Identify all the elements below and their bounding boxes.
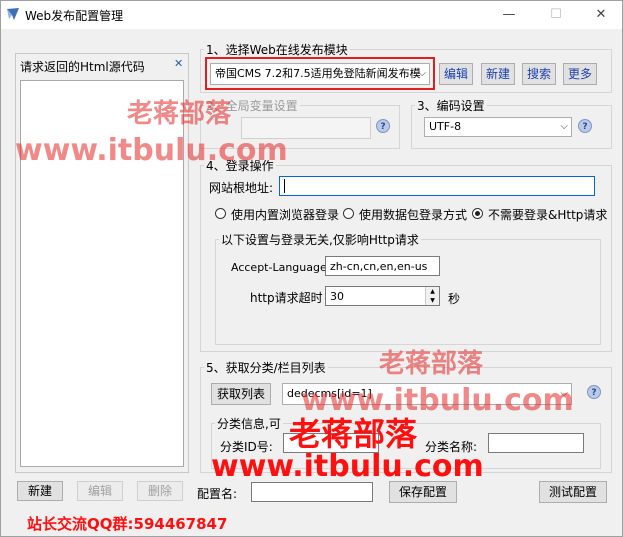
watermark-brand: 老蒋部落 xyxy=(379,349,484,379)
watermark-brand: 老蒋部落 xyxy=(127,99,232,129)
delete-config-button[interactable]: 删除 xyxy=(137,481,183,501)
chevron-down-icon: ⌵ xyxy=(418,68,426,79)
new-module-button[interactable]: 新建 xyxy=(481,63,515,85)
http-settings-note: 以下设置与登录无关,仅影响Http请求 xyxy=(219,231,421,248)
watermark-url-main: www.itbulu.com xyxy=(211,449,484,484)
panel-close-icon[interactable]: ✕ xyxy=(174,57,183,70)
category-info-label: 分类信息,可 xyxy=(215,415,283,432)
accept-language-label: Accept-Language xyxy=(231,261,327,274)
app-icon xyxy=(7,8,19,20)
encoding-select[interactable]: UTF-8 ⌵ xyxy=(424,117,572,137)
site-root-label: 网站根地址: xyxy=(209,181,274,195)
radio-no-login-label[interactable]: 不需要登录&Http请求 xyxy=(488,206,607,223)
section-module-legend: 1、选择Web在线发布模块 xyxy=(204,41,350,58)
search-module-button[interactable]: 搜索 xyxy=(522,63,556,85)
new-config-button[interactable]: 新建 xyxy=(17,481,63,501)
title-bar: Web发布配置管理 — ☐ ✕ xyxy=(1,1,622,29)
radio-no-login[interactable] xyxy=(472,208,483,219)
app-window: Web发布配置管理 — ☐ ✕ 请求返回的Html源代码 ✕ 1、选择Web在线… xyxy=(0,0,623,537)
test-config-button[interactable]: 测试配置 xyxy=(539,481,607,503)
maximize-button[interactable]: ☐ xyxy=(536,1,576,29)
section-encoding-legend: 3、编码设置 xyxy=(415,97,487,114)
timeout-label: http请求超时 xyxy=(250,291,323,305)
radio-builtin-browser-label[interactable]: 使用内置浏览器登录 xyxy=(231,206,339,223)
close-button[interactable]: ✕ xyxy=(581,1,621,29)
radio-builtin-browser[interactable] xyxy=(215,208,226,219)
radio-packet-login-label[interactable]: 使用数据包登录方式 xyxy=(359,206,467,223)
more-module-button[interactable]: 更多 xyxy=(563,63,597,85)
category-name-input[interactable] xyxy=(488,433,584,453)
module-select-value: 帝国CMS 7.2和7.5适用免登陆新闻发布模 xyxy=(215,67,421,80)
minimize-button[interactable]: — xyxy=(489,1,529,29)
module-select[interactable]: 帝国CMS 7.2和7.5适用免登陆新闻发布模 ⌵ xyxy=(210,63,430,85)
timeout-value: 30 xyxy=(330,290,344,303)
window-title: Web发布配置管理 xyxy=(25,9,124,23)
timeout-input[interactable]: 30 ▲ ▼ xyxy=(325,286,440,306)
site-root-input[interactable] xyxy=(279,176,595,196)
config-name-label: 配置名: xyxy=(197,487,238,501)
timeout-stepper[interactable]: ▲ ▼ xyxy=(425,287,439,305)
watermark-url: www.itbulu.com xyxy=(15,133,288,168)
html-source-panel-title: 请求返回的Html源代码 xyxy=(20,60,145,74)
section-category-legend: 5、获取分类/栏目列表 xyxy=(204,359,328,376)
footer-qq-group: 站长交流QQ群:594467847 xyxy=(27,515,228,533)
help-icon[interactable]: ? xyxy=(376,119,390,133)
get-list-button[interactable]: 获取列表 xyxy=(211,383,271,405)
text-cursor xyxy=(284,179,285,193)
edit-config-button[interactable]: 编辑 xyxy=(77,481,123,501)
timeout-unit: 秒 xyxy=(448,292,461,306)
chevron-down-icon: ⌵ xyxy=(560,121,568,132)
help-icon[interactable]: ? xyxy=(578,119,592,133)
save-config-button[interactable]: 保存配置 xyxy=(389,481,457,503)
config-name-input[interactable] xyxy=(251,482,373,502)
help-icon[interactable]: ? xyxy=(587,385,601,399)
encoding-select-value: UTF-8 xyxy=(429,120,462,133)
edit-module-button[interactable]: 编辑 xyxy=(439,63,473,85)
accept-language-input[interactable]: zh-cn,cn,en,en-us xyxy=(325,256,440,276)
radio-packet-login[interactable] xyxy=(343,208,354,219)
